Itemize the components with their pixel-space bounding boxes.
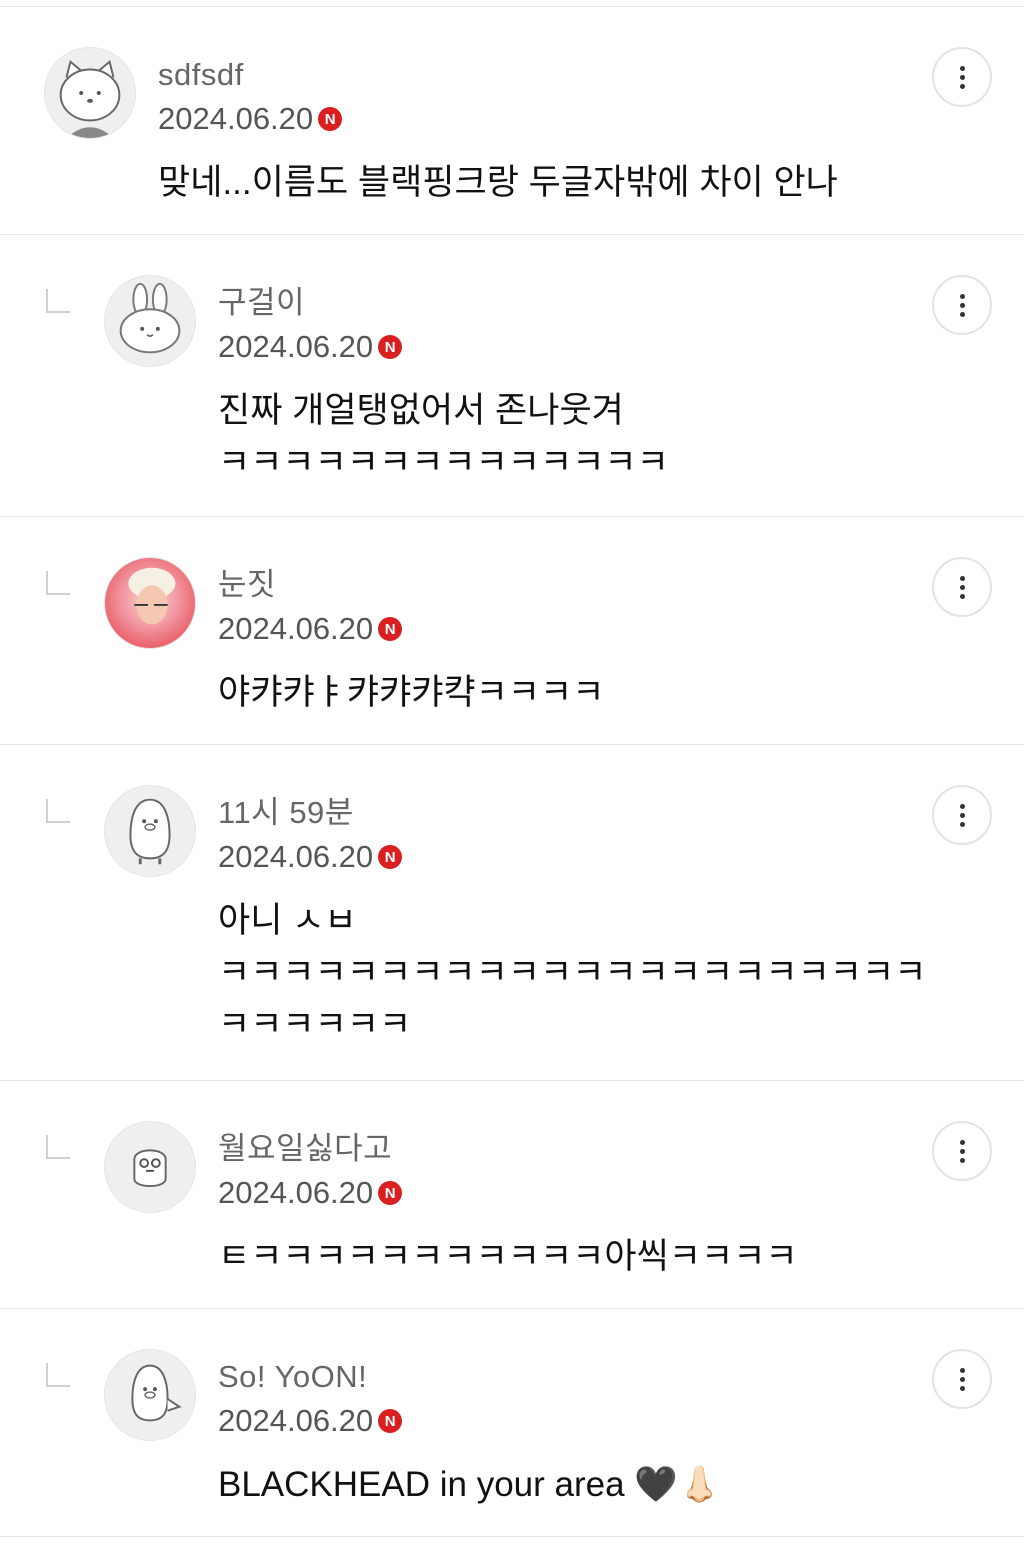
more-options-button[interactable] bbox=[932, 1121, 992, 1181]
nickname[interactable]: sdfsdf bbox=[158, 55, 838, 95]
date: 2024.06.20 bbox=[218, 839, 374, 874]
reply-item: 월요일싫다고 2024.06.20 N ㅌㅋㅋㅋㅋㅋㅋㅋㅋㅋㅋㅋ아씩ㅋㅋㅋㅋ bbox=[0, 1081, 1024, 1309]
divider bbox=[0, 0, 1024, 7]
more-options-button[interactable] bbox=[932, 1349, 992, 1409]
reply-item: 11시 59분 2024.06.20 N 아니 ㅅㅂ ㅋㅋㅋㅋㅋㅋㅋㅋㅋㅋㅋㅋㅋ… bbox=[0, 745, 1024, 1081]
date-row: 2024.06.20 N bbox=[218, 609, 604, 649]
reply-item: So! YoON! 2024.06.20 N BLACKHEAD in your… bbox=[0, 1309, 1024, 1537]
comment-body: 11시 59분 2024.06.20 N 아니 ㅅㅂ ㅋㅋㅋㅋㅋㅋㅋㅋㅋㅋㅋㅋㅋ… bbox=[218, 793, 926, 1051]
more-options-button[interactable] bbox=[932, 275, 992, 335]
reply-arrow-icon bbox=[46, 799, 70, 823]
new-badge-icon: N bbox=[378, 617, 403, 641]
bunny-avatar-icon[interactable] bbox=[104, 275, 196, 367]
photo-avatar-icon[interactable] bbox=[104, 557, 196, 649]
comment-text: BLACKHEAD in your area 🖤👃🏻 bbox=[218, 1465, 722, 1504]
comment-item: sdfsdf 2024.06.20 N 맞네...이름도 블랙핑크랑 두글자밖에… bbox=[0, 7, 1024, 235]
comment-body: 월요일싫다고 2024.06.20 N ㅌㅋㅋㅋㅋㅋㅋㅋㅋㅋㅋㅋ아씩ㅋㅋㅋㅋ bbox=[218, 1129, 798, 1283]
date-row: 2024.06.20 N bbox=[218, 837, 926, 877]
comment-text: ㅌㅋㅋㅋㅋㅋㅋㅋㅋㅋㅋㅋ아씩ㅋㅋㅋㅋ bbox=[218, 1237, 798, 1276]
reply-arrow-icon bbox=[46, 1135, 70, 1159]
reply-item: 구걸이 2024.06.20 N 진짜 개얼탱없어서 존나웃겨 ㅋㅋㅋㅋㅋㅋㅋㅋ… bbox=[0, 235, 1024, 517]
date-row: 2024.06.20 N bbox=[218, 1173, 798, 1213]
date-row: 2024.06.20 N bbox=[158, 99, 838, 139]
comment-text: 야캬캬ㅑ캬캬캬캭ㅋㅋㅋㅋ bbox=[218, 673, 605, 712]
new-badge-icon: N bbox=[378, 1181, 403, 1205]
date: 2024.06.20 bbox=[218, 1403, 374, 1438]
nickname[interactable]: 11시 59분 bbox=[218, 793, 926, 833]
reply-arrow-icon bbox=[46, 571, 70, 595]
more-options-button[interactable] bbox=[932, 785, 992, 845]
comment-text: 아니 ㅅㅂ ㅋㅋㅋㅋㅋㅋㅋㅋㅋㅋㅋㅋㅋㅋㅋㅋㅋㅋㅋㅋㅋㅋ ㅋㅋㅋㅋㅋㅋ bbox=[218, 901, 927, 1044]
date-row: 2024.06.20 N bbox=[218, 327, 669, 367]
reply-item: 눈짓 2024.06.20 N 야캬캬ㅑ캬캬캬캭ㅋㅋㅋㅋ bbox=[0, 517, 1024, 745]
date: 2024.06.20 bbox=[158, 101, 314, 136]
chick-avatar-icon[interactable] bbox=[104, 1121, 196, 1213]
penguin-avatar-icon[interactable] bbox=[104, 785, 196, 877]
date: 2024.06.20 bbox=[218, 329, 374, 364]
reply-arrow-icon bbox=[46, 289, 70, 313]
penguin-avatar-icon[interactable] bbox=[104, 1349, 196, 1441]
nickname[interactable]: 눈짓 bbox=[218, 565, 604, 605]
date: 2024.06.20 bbox=[218, 1175, 374, 1210]
date-row: 2024.06.20 N bbox=[218, 1401, 721, 1441]
nickname[interactable]: 구걸이 bbox=[218, 283, 669, 323]
comment-text: 진짜 개얼탱없어서 존나웃겨 ㅋㅋㅋㅋㅋㅋㅋㅋㅋㅋㅋㅋㅋㅋ bbox=[218, 391, 669, 482]
comment-body: sdfsdf 2024.06.20 N 맞네...이름도 블랙핑크랑 두글자밖에… bbox=[158, 55, 838, 209]
comment-list: sdfsdf 2024.06.20 N 맞네...이름도 블랙핑크랑 두글자밖에… bbox=[0, 0, 1024, 1537]
comment-body: 구걸이 2024.06.20 N 진짜 개얼탱없어서 존나웃겨 ㅋㅋㅋㅋㅋㅋㅋㅋ… bbox=[218, 283, 669, 489]
cat-avatar-icon[interactable] bbox=[44, 47, 136, 139]
reply-arrow-icon bbox=[46, 1363, 70, 1387]
new-badge-icon: N bbox=[378, 335, 403, 359]
comment-text: 맞네...이름도 블랙핑크랑 두글자밖에 차이 안나 bbox=[158, 163, 838, 202]
date: 2024.06.20 bbox=[218, 611, 374, 646]
comment-body: 눈짓 2024.06.20 N 야캬캬ㅑ캬캬캬캭ㅋㅋㅋㅋ bbox=[218, 565, 604, 719]
new-badge-icon: N bbox=[378, 845, 403, 869]
more-options-button[interactable] bbox=[932, 557, 992, 617]
comment-body: So! YoON! 2024.06.20 N BLACKHEAD in your… bbox=[218, 1357, 721, 1511]
new-badge-icon: N bbox=[378, 1409, 403, 1433]
nickname[interactable]: So! YoON! bbox=[218, 1357, 721, 1397]
nickname[interactable]: 월요일싫다고 bbox=[218, 1129, 798, 1169]
more-options-button[interactable] bbox=[932, 47, 992, 107]
new-badge-icon: N bbox=[318, 107, 343, 131]
